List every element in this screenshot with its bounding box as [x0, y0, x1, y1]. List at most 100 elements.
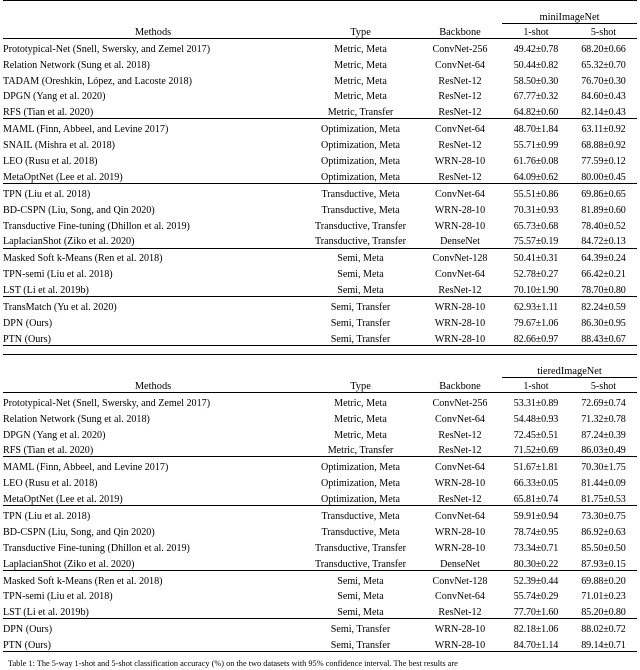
- cell-type: Optimization, Meta: [320, 171, 401, 183]
- column-header-type: Type: [350, 26, 371, 38]
- cell-accuracy-5shot: 80.00±0.45: [581, 171, 626, 183]
- cell-method: MetaOptNet (Lee et al. 2019): [3, 494, 123, 506]
- cell-accuracy-5shot: 64.39±0.24: [581, 253, 626, 265]
- cell-accuracy-5shot: 77.59±0.12: [581, 156, 626, 168]
- cell-type: Semi, Meta: [337, 285, 384, 297]
- cell-accuracy-1shot: 70.10±1.90: [513, 285, 559, 297]
- cell-method: LaplacianShot (Ziko et al. 2020): [3, 558, 135, 570]
- cell-accuracy-5shot: 71.32±0.78: [581, 413, 626, 425]
- cell-type: Optimization, Meta: [320, 494, 401, 506]
- cell-backbone: WRN-28-10: [434, 640, 486, 652]
- table-row: MetaOptNet (Lee et al. 2019) Optimization…: [3, 489, 637, 505]
- cell-accuracy-1shot: 62.93±1.11: [513, 302, 559, 314]
- cell-backbone: ResNet-12: [438, 429, 482, 441]
- table-row: TADAM (Oreshkin, López, and Lacoste 2018…: [3, 71, 637, 87]
- column-header-type: Type: [350, 380, 371, 392]
- cell-type: Transductive, Meta: [321, 204, 400, 216]
- cell-accuracy-5shot: 78.40±0.52: [581, 220, 626, 232]
- cell-backbone: DenseNet: [440, 236, 480, 248]
- cell-backbone: ConvNet-64: [435, 59, 485, 71]
- cell-type: Optimization, Meta: [320, 462, 401, 474]
- cell-backbone: DenseNet: [440, 558, 480, 570]
- cell-method: RFS (Tian et al. 2020): [3, 445, 94, 457]
- cell-accuracy-5shot: 87.93±0.15: [581, 558, 626, 570]
- table-row: BD-CSPN (Liu, Song, and Qin 2020) Transdu…: [3, 522, 637, 538]
- cell-method: Relation Network (Sung et al. 2018): [3, 59, 150, 71]
- cell-backbone: WRN-28-10: [434, 526, 486, 538]
- table-row: BD-CSPN (Liu, Song, and Qin 2020) Transdu…: [3, 200, 637, 216]
- cell-accuracy-5shot: 69.86±0.65: [581, 188, 626, 200]
- cell-accuracy-1shot: 61.76±0.08: [513, 156, 559, 168]
- cell-accuracy-5shot: 66.42±0.21: [581, 269, 626, 281]
- cell-backbone: ConvNet-64: [435, 591, 485, 603]
- results-table: Methods Type Backbone tieredImageNet 1-shot 5…: [3, 354, 637, 653]
- cell-accuracy-1shot: 55.74±0.29: [513, 591, 559, 603]
- cell-accuracy-1shot: 67.77±0.32: [513, 91, 559, 103]
- table-header-row: Methods Type Backbone tieredImageNet: [3, 355, 637, 391]
- cell-backbone: ConvNet-64: [435, 188, 485, 200]
- cell-accuracy-5shot: 76.70±0.30: [581, 75, 626, 87]
- table-row: Prototypical-Net (Snell, Swersky, and Ze…: [3, 393, 637, 409]
- table-body-0: Methods Type Backbone miniImageNet 1-shot 5-s…: [3, 0, 637, 346]
- cell-method: Transductive Fine-tuning (Dhillon et al.…: [3, 542, 190, 554]
- table-header-row: Methods Type Backbone miniImageNet: [3, 1, 637, 37]
- cell-method: DPGN (Yang et al. 2020): [3, 91, 106, 103]
- cell-backbone: WRN-28-10: [434, 624, 486, 636]
- cell-accuracy-1shot: 52.39±0.44: [513, 575, 559, 587]
- cell-backbone: ConvNet-256: [432, 397, 488, 409]
- cell-backbone: ResNet-12: [438, 445, 482, 457]
- cell-method: SNAIL (Mishra et al. 2018): [3, 140, 116, 152]
- cell-backbone: WRN-28-10: [434, 542, 486, 554]
- cell-type: Semi, Meta: [337, 269, 384, 281]
- cell-backbone: ResNet-12: [438, 607, 482, 619]
- cell-accuracy-1shot: 66.33±0.05: [513, 478, 559, 490]
- table-row: DPN (Ours) Semi, Transfer WRN-28-10 79.67±1…: [3, 313, 637, 329]
- cell-backbone: WRN-28-10: [434, 204, 486, 216]
- cell-method: Masked Soft k-Means (Ren et al. 2018): [3, 575, 163, 587]
- table-row: RFS (Tian et al. 2020) Metric, Transfer Re…: [3, 103, 637, 119]
- cell-method: Prototypical-Net (Snell, Swersky, and Ze…: [3, 397, 211, 409]
- cell-type: Optimization, Meta: [320, 124, 401, 136]
- cell-accuracy-1shot: 75.57±0.19: [513, 236, 559, 248]
- cell-method: Transductive Fine-tuning (Dhillon et al.…: [3, 220, 190, 232]
- cell-accuracy-1shot: 48.70±1.84: [513, 124, 559, 136]
- column-header-backbone: Backbone: [439, 26, 481, 38]
- cell-type: Metric, Meta: [334, 429, 387, 441]
- column-header-5shot: 5-shot: [570, 376, 637, 393]
- cell-accuracy-1shot: 54.48±0.93: [513, 413, 559, 425]
- cell-type: Transductive, Transfer: [314, 236, 407, 248]
- cell-method: DPGN (Yang et al. 2020): [3, 429, 106, 441]
- cell-type: Transductive, Meta: [321, 188, 400, 200]
- cell-type: Metric, Meta: [334, 75, 387, 87]
- cell-backbone: WRN-28-10: [434, 478, 486, 490]
- figure-caption: Table 1: The 5-way 1-shot and 5-shot cla…: [8, 659, 458, 669]
- cell-accuracy-5shot: 71.01±0.23: [581, 591, 626, 603]
- rule-cell: [303, 651, 418, 653]
- cell-method: TPN (Liu et al. 2018): [3, 510, 91, 522]
- cell-accuracy-5shot: 73.30±0.75: [581, 510, 626, 522]
- cell-backbone: ConvNet-256: [432, 43, 488, 55]
- rule-cell: [418, 651, 502, 653]
- table-row: Relation Network (Sung et al. 2018) Metri…: [3, 409, 637, 425]
- cell-accuracy-5shot: 85.20±0.80: [581, 607, 626, 619]
- cell-accuracy-1shot: 55.51±0.86: [513, 188, 559, 200]
- column-header-methods: Methods: [134, 380, 172, 392]
- cell-accuracy-5shot: 72.69±0.74: [581, 397, 626, 409]
- results-table: Methods Type Backbone miniImageNet 1-shot 5-s…: [3, 0, 637, 346]
- table-row: Transductive Fine-tuning (Dhillon et al.…: [3, 538, 637, 554]
- cell-accuracy-1shot: 80.30±0.22: [513, 558, 559, 570]
- cell-backbone: WRN-28-10: [434, 317, 486, 329]
- cell-backbone: ConvNet-128: [432, 253, 488, 265]
- cell-accuracy-1shot: 79.67±1.06: [513, 317, 559, 329]
- table-row: MAML (Finn, Abbeel, and Levine 2017) Opti…: [3, 457, 637, 473]
- cell-accuracy-1shot: 58.50±0.30: [513, 75, 559, 87]
- cell-method: LST (Li et al. 2019b): [3, 607, 89, 619]
- cell-backbone: ConvNet-64: [435, 462, 485, 474]
- cell-type: Semi, Transfer: [330, 624, 391, 636]
- column-header-methods: Methods: [134, 26, 172, 38]
- table-row: DPGN (Yang et al. 2020) Metric, Meta ResNe…: [3, 425, 637, 441]
- cell-backbone: WRN-28-10: [434, 220, 486, 232]
- table-row: PTN (Ours) Semi, Transfer WRN-28-10 82.66±0…: [3, 329, 637, 345]
- cell-accuracy-1shot: 72.45±0.51: [513, 429, 559, 441]
- cell-method: LaplacianShot (Ziko et al. 2020): [3, 236, 135, 248]
